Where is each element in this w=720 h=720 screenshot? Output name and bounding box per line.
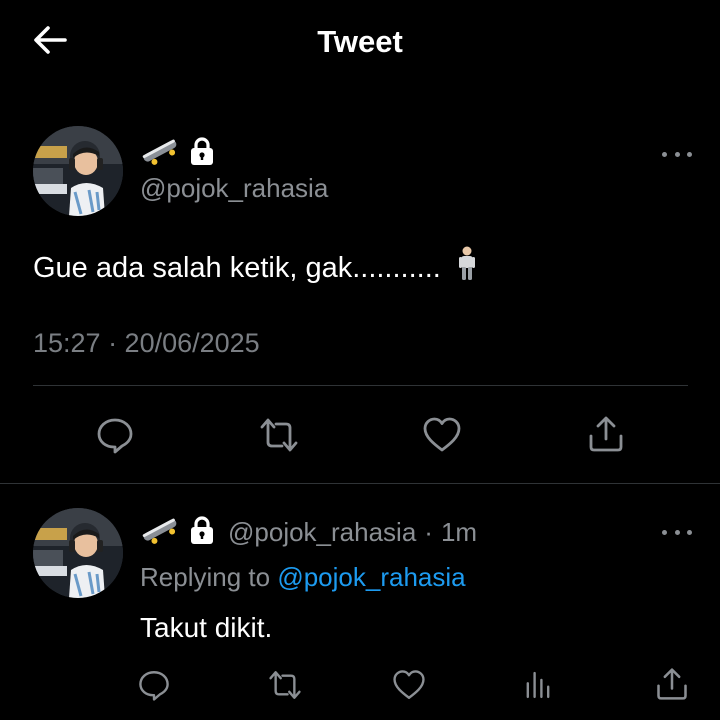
reply-header: @pojok_rahasia · 1m [140,515,477,550]
more-options-button[interactable] [662,146,692,162]
views-icon [521,668,555,702]
author-handle[interactable]: @pojok_rahasia [140,173,328,204]
like-icon [392,668,426,702]
skateboard-icon [140,136,180,171]
views-button[interactable] [520,665,556,705]
like-button[interactable] [391,665,427,705]
tweet-timestamp[interactable]: 15:27 · 20/06/2025 [33,328,260,359]
replying-to-label: Replying to [140,562,271,592]
share-icon [654,666,690,702]
reply-icon [95,415,135,455]
retweet-button[interactable] [265,665,305,705]
share-button[interactable] [653,663,691,705]
share-button[interactable] [585,412,627,456]
standing-person-icon [455,246,479,290]
reply-button[interactable] [94,414,136,456]
more-dot [674,151,680,157]
reply-button[interactable] [136,665,172,705]
tweet-text: Gue ada salah ketik, gak........... [33,251,441,284]
replying-to-handle-link[interactable]: @pojok_rahasia [277,562,465,592]
reply-author-handle[interactable]: @pojok_rahasia [228,517,416,548]
separator-dot: · [424,517,433,547]
retweet-icon [257,415,301,455]
reply-icon [137,668,171,702]
skateboard-icon [140,515,180,550]
reply-time[interactable]: 1m [441,517,477,548]
tweet-body: Gue ada salah ketik, gak........... [33,246,479,290]
avatar[interactable] [33,126,123,216]
more-dot [662,529,667,535]
replying-to: Replying to @pojok_rahasia [140,562,466,593]
page-title: Tweet [317,24,403,59]
display-name[interactable] [140,136,216,171]
share-icon [586,414,626,454]
more-dot [674,529,680,535]
avatar[interactable] [33,508,123,598]
retweet-icon [266,668,304,702]
divider [0,483,720,484]
lock-icon [188,515,216,550]
top-bar: Tweet [0,0,720,86]
more-dot [687,151,692,157]
retweet-button[interactable] [256,414,302,456]
like-icon [422,415,462,455]
more-dot [662,151,667,157]
more-dot [687,529,692,535]
more-options-button[interactable] [662,524,692,540]
reply-text: Takut dikit. [140,612,273,643]
lock-icon [188,136,216,171]
divider [33,385,688,386]
like-button[interactable] [421,414,463,456]
